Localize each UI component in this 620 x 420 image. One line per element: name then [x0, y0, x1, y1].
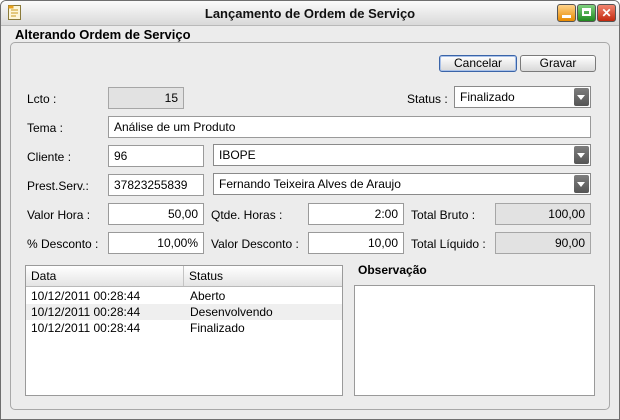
observacao-label: Observação	[358, 263, 427, 277]
prest-serv-label: Prest.Serv.:	[27, 179, 89, 193]
list-item-status: Finalizado	[190, 321, 245, 335]
list-item-status: Desenvolvendo	[190, 305, 273, 319]
total-liquido-label: Total Líquido :	[411, 237, 486, 251]
list-item[interactable]: 10/12/2011 00:28:44 Finalizado	[26, 320, 342, 336]
minimize-icon	[562, 15, 571, 18]
qtde-horas-label: Qtde. Horas :	[211, 208, 283, 222]
maximize-icon	[582, 8, 591, 16]
maximize-button[interactable]	[577, 4, 596, 22]
status-history-list[interactable]: Data Status 10/12/2011 00:28:44 Aberto 1…	[25, 265, 343, 396]
chevron-down-icon[interactable]	[574, 88, 589, 106]
valor-hora-field[interactable]: 50,00	[108, 203, 204, 225]
close-button[interactable]: ✕	[597, 4, 616, 22]
cliente-select-value: IBOPE	[219, 148, 256, 162]
group-title: Alterando Ordem de Serviço	[15, 27, 191, 42]
prest-serv-code-field[interactable]: 37823255839	[108, 174, 204, 196]
title-bar[interactable]: Lançamento de Ordem de Serviço ✕	[1, 1, 619, 26]
column-header-data[interactable]: Data	[26, 266, 184, 286]
list-item-date: 10/12/2011 00:28:44	[31, 321, 141, 335]
valor-desconto-field[interactable]: 10,00	[308, 232, 404, 254]
lcto-field: 15	[108, 87, 184, 109]
desconto-field[interactable]: 10,00%	[108, 232, 204, 254]
cliente-label: Cliente :	[27, 150, 72, 164]
tema-field[interactable]: Análise de um Produto	[108, 116, 591, 138]
chevron-down-icon[interactable]	[574, 146, 589, 164]
list-item-status: Aberto	[190, 289, 226, 303]
total-liquido-field: 90,00	[495, 232, 591, 254]
main-window: Lançamento de Ordem de Serviço ✕ Alteran…	[0, 0, 620, 420]
total-bruto-label: Total Bruto :	[411, 208, 476, 222]
chevron-down-icon[interactable]	[574, 175, 589, 193]
qtde-horas-field[interactable]: 2:00	[308, 203, 404, 225]
valor-hora-label: Valor Hora :	[27, 208, 91, 222]
list-item-date: 10/12/2011 00:28:44	[31, 289, 141, 303]
lcto-label: Lcto :	[27, 92, 57, 106]
close-icon: ✕	[601, 6, 612, 20]
observacao-textarea[interactable]	[354, 285, 595, 396]
tema-label: Tema :	[27, 121, 64, 135]
prest-serv-select-value: Fernando Teixeira Alves de Araujo	[219, 177, 401, 191]
minimize-button[interactable]	[557, 4, 576, 22]
window-title: Lançamento de Ordem de Serviço	[204, 6, 416, 21]
prest-serv-select[interactable]: Fernando Teixeira Alves de Araujo	[213, 173, 591, 195]
save-button[interactable]: Gravar	[520, 55, 596, 72]
cliente-select[interactable]: IBOPE	[213, 144, 591, 166]
list-header: Data Status	[26, 266, 342, 287]
list-item[interactable]: 10/12/2011 00:28:44 Desenvolvendo	[26, 304, 342, 320]
column-header-status[interactable]: Status	[184, 266, 347, 286]
desconto-label: % Desconto :	[27, 237, 99, 251]
list-item-date: 10/12/2011 00:28:44	[31, 305, 141, 319]
cancel-button[interactable]: Cancelar	[439, 55, 517, 72]
total-bruto-field: 100,00	[495, 203, 591, 225]
valor-desconto-label: Valor Desconto :	[211, 237, 299, 251]
status-select[interactable]: Finalizado	[454, 86, 591, 108]
status-label: Status :	[407, 92, 448, 106]
status-select-value: Finalizado	[460, 90, 515, 104]
cliente-code-field[interactable]: 96	[108, 145, 204, 167]
list-item[interactable]: 10/12/2011 00:28:44 Aberto	[26, 288, 342, 304]
